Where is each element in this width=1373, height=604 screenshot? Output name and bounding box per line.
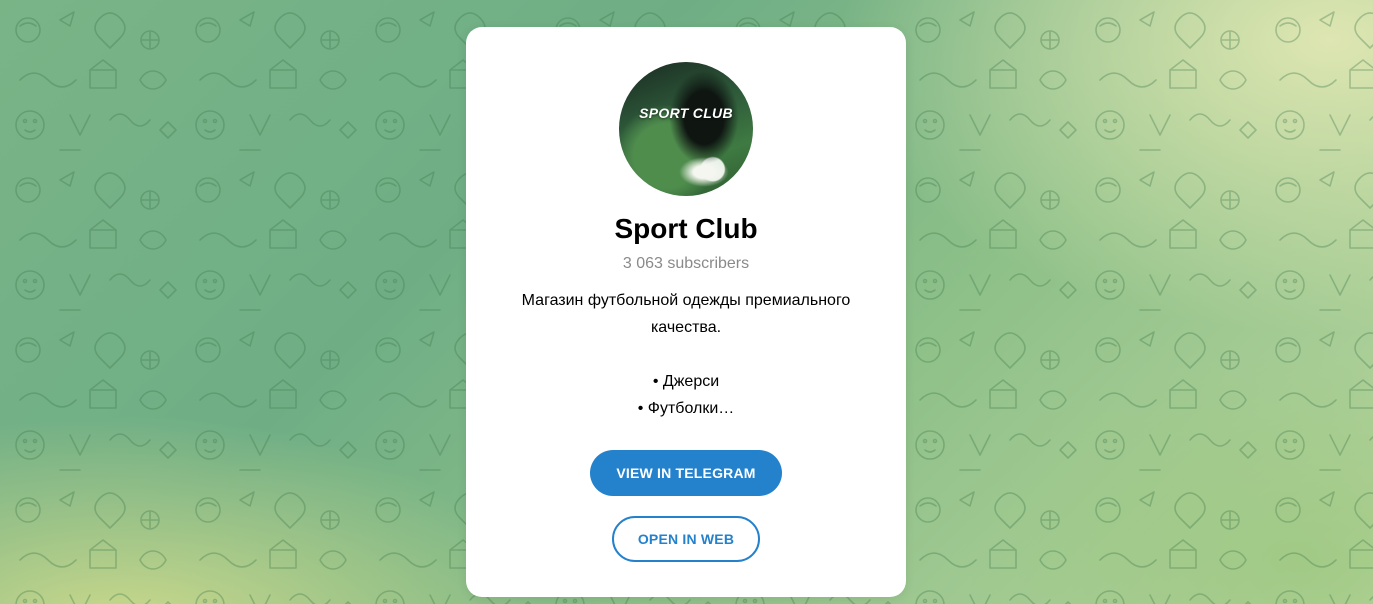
channel-title: Sport Club bbox=[614, 213, 758, 244]
avatar-photo-ball bbox=[679, 157, 729, 187]
channel-card: SPORT CLUB Sport Club 3 063 subscribers … bbox=[466, 27, 906, 597]
channel-avatar: SPORT CLUB bbox=[619, 62, 753, 196]
channel-description: Магазин футбольной одежды премиального к… bbox=[486, 287, 886, 422]
description-line: • Джерси bbox=[652, 373, 720, 390]
open-in-web-button[interactable]: OPEN IN WEB bbox=[612, 516, 760, 562]
description-line: Магазин футбольной одежды премиального bbox=[521, 292, 851, 309]
view-in-telegram-button[interactable]: VIEW IN TELEGRAM bbox=[590, 450, 782, 496]
avatar-logo-text: SPORT CLUB bbox=[639, 105, 733, 121]
description-line bbox=[486, 341, 886, 368]
description-line: • Футболки… bbox=[637, 400, 735, 417]
description-line: качества. bbox=[650, 319, 722, 336]
subscriber-count: 3 063 subscribers bbox=[622, 255, 750, 272]
